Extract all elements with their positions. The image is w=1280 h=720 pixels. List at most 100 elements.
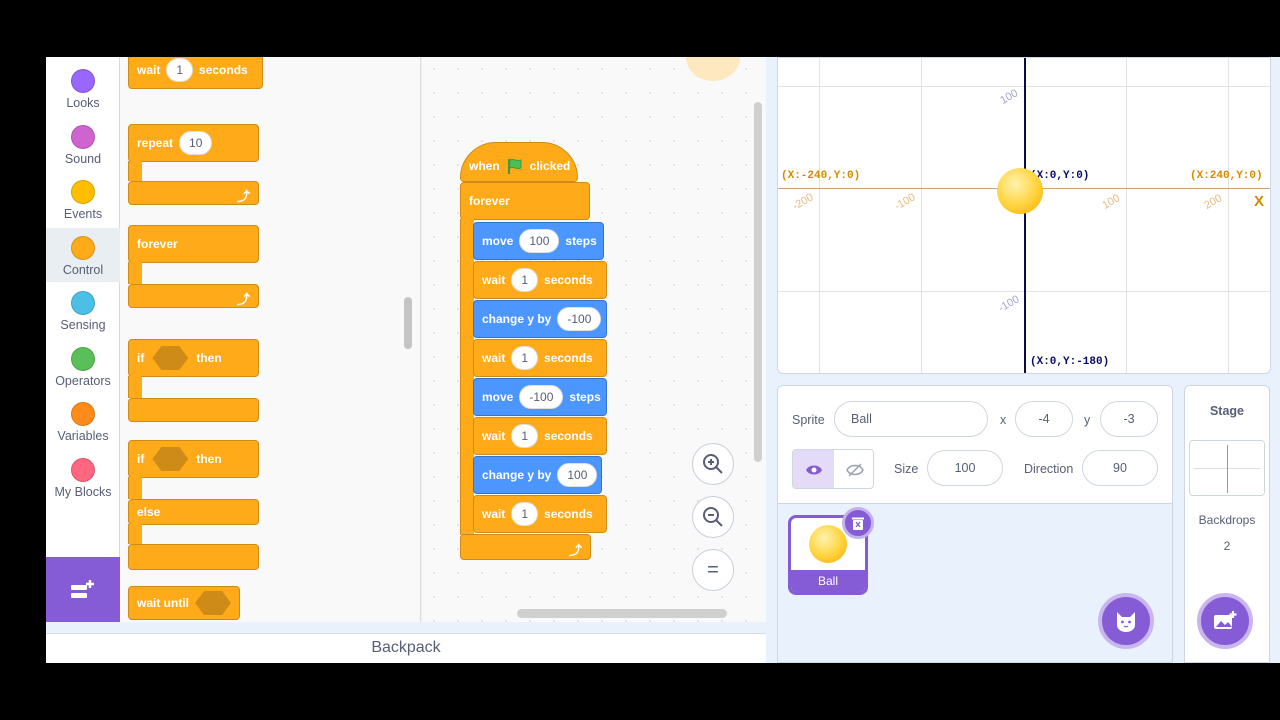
code-horizontal-scrollbar[interactable] <box>517 609 727 618</box>
category-my-blocks[interactable]: My Blocks <box>46 450 120 504</box>
category-events[interactable]: Events <box>46 172 120 226</box>
operators-dot-icon <box>71 347 95 371</box>
category-control[interactable]: Control <box>46 228 120 282</box>
direction-input[interactable]: 90 <box>1082 450 1158 486</box>
script-block-6[interactable]: wait 1 seconds <box>473 417 607 455</box>
bottom-coordinate-label: (X:0,Y:-180) <box>1030 356 1110 368</box>
block-label: if <box>137 351 145 365</box>
x-input[interactable]: -4 <box>1015 401 1073 437</box>
block-input[interactable]: 1 <box>511 346 539 370</box>
palette-wait-block[interactable]: wait 1 seconds <box>128 57 263 89</box>
category-variables[interactable]: Variables <box>46 394 120 448</box>
block-input[interactable]: 1 <box>511 502 539 526</box>
block-label: seconds <box>544 429 593 443</box>
boolean-slot[interactable] <box>152 447 189 471</box>
when-flag-clicked-hat[interactable]: when clicked <box>460 142 578 182</box>
block-label: seconds <box>544 273 593 287</box>
block-input[interactable]: 1 <box>511 268 539 292</box>
block-label: clicked <box>529 159 571 173</box>
block-input[interactable]: 100 <box>557 463 598 487</box>
add-backdrop-icon <box>1214 611 1237 629</box>
block-input[interactable]: -100 <box>557 307 602 331</box>
category-sound[interactable]: Sound <box>46 117 120 171</box>
block-label: change y by <box>482 312 552 326</box>
x-axis-label: X <box>1254 193 1265 210</box>
category-operators[interactable]: Operators <box>46 339 120 393</box>
x-label: x <box>1000 413 1007 427</box>
script-block-5[interactable]: move -100 steps <box>473 378 607 416</box>
repeat-input[interactable]: 10 <box>179 131 213 155</box>
ball-sprite[interactable] <box>997 168 1043 214</box>
delete-sprite-button[interactable] <box>842 507 874 539</box>
if-block-foot <box>128 398 259 422</box>
grid-line <box>1126 58 1127 373</box>
palette-repeat-block[interactable]: repeat 10 <box>128 124 259 162</box>
block-label: wait <box>482 273 506 287</box>
script-block-7[interactable]: change y by 100 <box>473 456 602 494</box>
category-looks[interactable]: Looks <box>46 61 120 115</box>
stage-canvas[interactable]: (X:-240,Y:0) (X:0,Y:0) (X:240,Y:0) (X:0,… <box>777 57 1271 374</box>
forever-block-foot: ⤴ <box>128 284 259 308</box>
y-input[interactable]: -3 <box>1100 401 1158 437</box>
boolean-slot[interactable] <box>195 591 231 615</box>
script-block-8[interactable]: wait 1 seconds <box>473 495 607 533</box>
block-label: wait <box>137 63 161 77</box>
forever-block[interactable]: forever <box>460 182 590 220</box>
looks-dot-icon <box>71 69 95 93</box>
loop-arrow-icon: ⤴ <box>236 292 250 307</box>
block-label: then <box>196 452 222 466</box>
show-button[interactable] <box>793 450 834 488</box>
palette-if-else-block[interactable]: if then <box>128 440 259 478</box>
code-vertical-scrollbar[interactable] <box>754 102 762 462</box>
forever-c-arm <box>460 219 474 535</box>
add-extension-button[interactable] <box>46 557 120 622</box>
sprite-name-input[interactable]: Ball <box>834 401 988 437</box>
stage-selector[interactable]: Stage Backdrops 2 <box>1184 385 1270 663</box>
grid-line <box>921 58 922 373</box>
block-input[interactable]: -100 <box>519 385 564 409</box>
zoom-in-button[interactable] <box>692 443 734 485</box>
boolean-slot[interactable] <box>152 346 189 370</box>
palette-forever-block[interactable]: forever <box>128 225 259 263</box>
backpack-bar[interactable]: Backpack <box>46 633 766 663</box>
eye-hidden-icon <box>845 463 864 477</box>
script-block-1[interactable]: move 100 steps <box>473 222 604 260</box>
loop-arrow-icon: ⤴ <box>236 189 250 204</box>
script-block-4[interactable]: wait 1 seconds <box>473 339 607 377</box>
zoom-reset-button[interactable]: = <box>692 549 734 591</box>
c-block-arm <box>128 262 142 284</box>
zoom-out-icon <box>703 507 723 527</box>
choose-sprite-button[interactable] <box>1098 593 1154 649</box>
block-input[interactable]: 1 <box>511 424 539 448</box>
x-tick-label: -100 <box>892 191 918 213</box>
script-area[interactable]: when clicked forever move 100 steps wait 1 s… <box>422 57 766 622</box>
block-label: steps <box>565 234 597 248</box>
script-block-3[interactable]: change y by -100 <box>473 300 607 338</box>
zoom-out-button[interactable] <box>692 496 734 538</box>
category-sensing[interactable]: Sensing <box>46 283 120 337</box>
size-label: Size <box>894 462 919 476</box>
ball-thumbnail-image <box>809 525 847 563</box>
hide-button[interactable] <box>834 450 873 488</box>
c-block-arm <box>128 161 142 181</box>
choose-backdrop-button[interactable] <box>1197 593 1253 649</box>
backpack-label: Backpack <box>371 639 441 656</box>
palette-scrollbar[interactable] <box>404 297 412 349</box>
control-dot-icon <box>71 236 95 260</box>
x-tick-label: -200 <box>790 191 816 213</box>
block-input[interactable]: 100 <box>519 229 560 253</box>
palette-if-block[interactable]: if then <box>128 339 259 377</box>
left-coordinate-label: (X:-240,Y:0) <box>781 170 861 182</box>
backdrops-count: 2 <box>1223 539 1231 553</box>
wait-input[interactable]: 1 <box>166 58 194 82</box>
green-flag-icon <box>507 158 522 174</box>
y-tick-label: 100 <box>998 87 1021 107</box>
palette-wait-until-block[interactable]: wait until <box>128 586 240 620</box>
block-label: forever <box>137 237 178 251</box>
script-block-2[interactable]: wait 1 seconds <box>473 261 607 299</box>
x-tick-label: 200 <box>1202 192 1225 212</box>
size-input[interactable]: 100 <box>927 450 1003 486</box>
trash-icon <box>852 517 864 530</box>
block-label: seconds <box>199 63 248 77</box>
stage-panel-title: Stage <box>1209 404 1245 418</box>
